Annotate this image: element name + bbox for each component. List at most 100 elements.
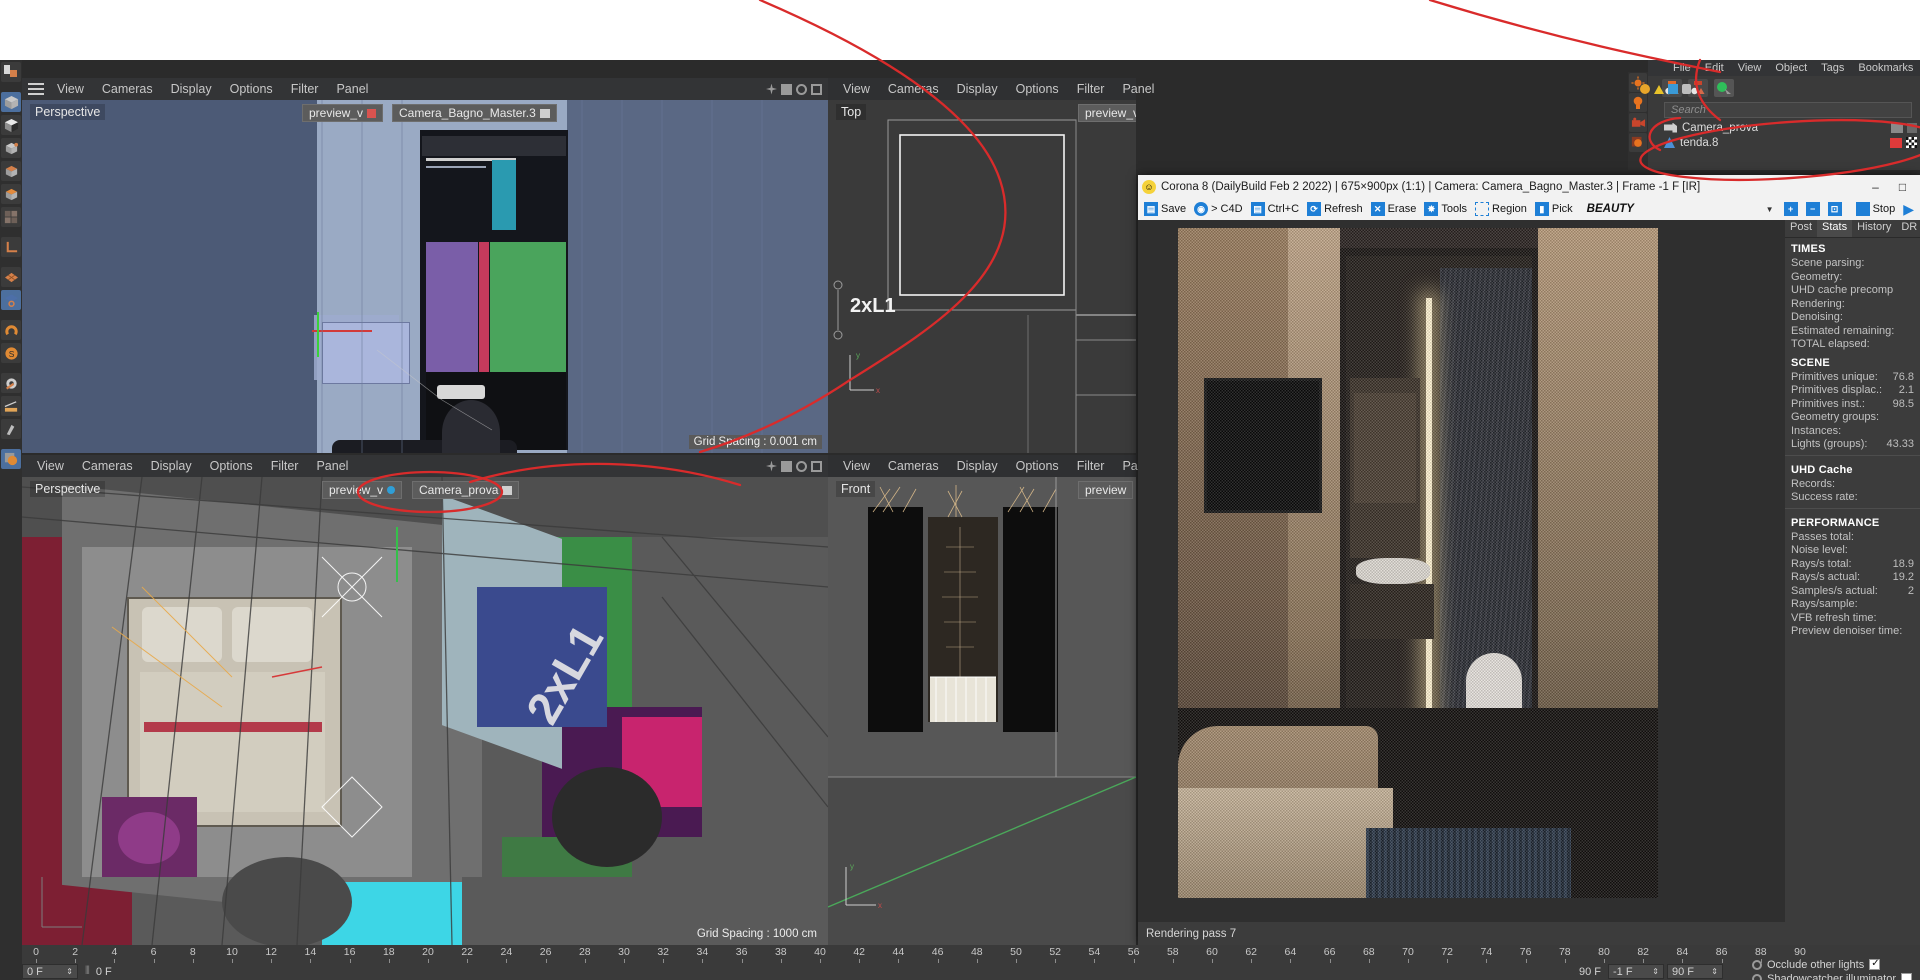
viewport-tag-camera-bagno-master[interactable]: Camera_Bagno_Master.3	[392, 104, 557, 122]
radio-icon-2[interactable]	[1752, 974, 1762, 980]
viewport-tag-preview-v-p2[interactable]: preview_v	[322, 481, 402, 499]
timeline-bar[interactable]: 0246810121416182022242628303234363840424…	[22, 945, 1920, 980]
viewport-rotate-icon-p2[interactable]	[796, 461, 807, 472]
menu-item-view-p2[interactable]: View	[28, 455, 73, 477]
om-menu-tags[interactable]: Tags	[1814, 62, 1851, 74]
vfb-titlebar[interactable]: ☺ Corona 8 (DailyBuild Feb 2 2022) | 675…	[1138, 175, 1920, 198]
vfb-zoom-out-button[interactable]: −	[1802, 199, 1824, 219]
grid-rotate-icon[interactable]	[1, 290, 21, 310]
viewport-top[interactable]: y x 2xL1 Top preview_v	[828, 100, 1136, 453]
checker-tag-icon[interactable]	[1906, 137, 1917, 148]
object-manager-status-icons[interactable]	[1640, 82, 1720, 96]
vfb-stats-tabs[interactable]: Post Stats History DR Li	[1785, 220, 1920, 238]
menu-item-view-top[interactable]: View	[834, 78, 879, 100]
vfb-maximize-button[interactable]: □	[1889, 176, 1916, 197]
stepper-icon-1[interactable]: ⇕	[66, 967, 73, 976]
vfb-save-button[interactable]: ▤ Save	[1140, 199, 1190, 219]
menu-item-view[interactable]: View	[48, 78, 93, 100]
grip-icon[interactable]: ⦀	[85, 965, 90, 978]
left-toolbar[interactable]: S	[0, 60, 22, 980]
menu-item-cameras-p2[interactable]: Cameras	[73, 455, 142, 477]
current-frame-field[interactable]: 0 F ⇕	[22, 964, 78, 979]
object-row-tenda8[interactable]: tenda.8	[1648, 135, 1920, 150]
deformer-tool-icon[interactable]	[1, 373, 21, 393]
om-menu-bookmarks[interactable]: Bookmarks	[1851, 62, 1920, 74]
checkbox-occlude-other-lights[interactable]	[1869, 959, 1880, 970]
camera-object-icon[interactable]	[1629, 113, 1647, 132]
checkbox-shadowcatcher-illuminator[interactable]	[1901, 973, 1912, 980]
om-menu-object[interactable]: Object	[1768, 62, 1814, 74]
viewport-front[interactable]: y x Front preview	[828, 477, 1136, 945]
om-menu-view[interactable]: View	[1731, 62, 1769, 74]
om-menu-edit[interactable]: Edit	[1698, 62, 1731, 74]
viewport-perspective-top-container[interactable]: View Cameras Display Options Filter Pane…	[22, 78, 828, 453]
menu-item-options-front[interactable]: Options	[1007, 455, 1068, 477]
vfb-copy-button[interactable]: ▤ Ctrl+C	[1247, 199, 1303, 219]
edge-cube-tool-icon[interactable]	[1, 161, 21, 181]
viewport-move-icon[interactable]	[766, 84, 777, 95]
frame-display-field[interactable]: ⦀ 0 F	[81, 964, 191, 979]
menu-item-options-top[interactable]: Options	[1007, 78, 1068, 100]
viewport-menubar-perspective-bottom[interactable]: View Cameras Display Options Filter Pane…	[22, 455, 828, 477]
object-swatch-camera-prova[interactable]	[1891, 123, 1903, 133]
viewport-maximize-icon-p2[interactable]	[811, 461, 822, 472]
object-manager-search-input[interactable]: Search	[1664, 102, 1912, 118]
cube-object-tool-icon[interactable]	[1, 92, 21, 112]
frame-field-90a[interactable]: 90 F ⇕	[1667, 964, 1723, 979]
viewport-top-container[interactable]: View Cameras Display Options Filter Pane…	[828, 78, 1136, 453]
menu-item-filter-front[interactable]: Filter	[1068, 455, 1114, 477]
menu-item-filter-p2[interactable]: Filter	[262, 455, 308, 477]
vfb-minimize-button[interactable]: –	[1862, 176, 1889, 197]
menu-item-filter-top[interactable]: Filter	[1068, 78, 1114, 100]
vfb-tools-button[interactable]: ✸ Tools	[1420, 199, 1471, 219]
tab-stats[interactable]: Stats	[1817, 220, 1852, 237]
vfb-zoom-in-button[interactable]: +	[1780, 199, 1802, 219]
play-icon[interactable]: ▶	[1903, 201, 1914, 218]
viewport-menubar-top[interactable]: View Cameras Display Options Filter Pane…	[828, 78, 1136, 100]
snap-magnet-icon[interactable]	[1, 320, 21, 340]
menu-item-options[interactable]: Options	[221, 78, 282, 100]
tab-post[interactable]: Post	[1785, 220, 1817, 237]
option-shadowcatcher-illuminator[interactable]: Shadowcatcher illuminator	[1752, 973, 1912, 980]
layer-icon[interactable]	[1668, 84, 1678, 94]
lock-icon[interactable]	[1682, 84, 1691, 94]
vfb-send-to-c4d-button[interactable]: ◉ > C4D	[1190, 199, 1247, 219]
timeline-fields[interactable]: 0 F ⇕ ⦀ 0 F 90 F -1 F ⇕ 90 F ⇕ Occlude o…	[22, 963, 1920, 980]
menu-item-panel-p2[interactable]: Panel	[307, 455, 357, 477]
object-manager-menubar[interactable]: File Edit View Object Tags Bookmarks	[1648, 60, 1920, 76]
render-region-icon[interactable]	[1, 449, 21, 469]
menu-item-view-front[interactable]: View	[834, 455, 879, 477]
viewport-perspective-top[interactable]: Perspective preview_v Camera_Bagno_Maste…	[22, 100, 828, 453]
viewport-move-icon-p2[interactable]	[766, 461, 777, 472]
viewport-tag-preview-v-top[interactable]: preview_v	[1078, 104, 1136, 122]
vfb-render-pass-select[interactable]: BEAUTY	[1577, 203, 1766, 215]
viewport-menu-hamburger-icon[interactable]	[28, 83, 44, 95]
measure-tool-icon[interactable]	[1, 396, 21, 416]
object-row-camera-prova[interactable]: Camera_prova	[1648, 120, 1920, 135]
grid-plane-icon[interactable]	[1, 267, 21, 287]
viewport-tag-camera-prova[interactable]: Camera_prova	[412, 481, 519, 499]
vfb-toolbar[interactable]: ▤ Save ◉ > C4D ▤ Ctrl+C ⟳ Refresh ✕ Eras…	[1138, 198, 1920, 220]
point-cube-tool-icon[interactable]	[1, 138, 21, 158]
workplane-s-icon[interactable]: S	[1, 343, 21, 363]
tab-history[interactable]: History	[1852, 220, 1896, 237]
viewport-scale-icon[interactable]	[781, 84, 792, 95]
frame-field-minus1[interactable]: -1 F ⇕	[1608, 964, 1664, 979]
object-dots-icon-1[interactable]	[1907, 123, 1917, 133]
vfb-erase-button[interactable]: ✕ Erase	[1367, 199, 1421, 219]
vfb-stop-button[interactable]: Stop	[1852, 199, 1900, 219]
object-swatch-tenda8[interactable]	[1890, 138, 1902, 148]
pen-tool-icon[interactable]	[1, 419, 21, 439]
menu-item-cameras[interactable]: Cameras	[93, 78, 162, 100]
rendered-image[interactable]	[1178, 228, 1658, 898]
viewport-maximize-icon[interactable]	[811, 84, 822, 95]
menu-item-display-top[interactable]: Display	[948, 78, 1007, 100]
render-settings-icon[interactable]	[1629, 133, 1647, 152]
material-icon[interactable]	[1640, 84, 1650, 94]
viewport-menubar-front[interactable]: View Cameras Display Options Filter Pane…	[828, 455, 1136, 477]
viewport-perspective-bottom-container[interactable]: View Cameras Display Options Filter Pane…	[22, 455, 828, 945]
viewport-menubar-perspective-top[interactable]: View Cameras Display Options Filter Pane…	[22, 78, 828, 100]
stepper-icon-3[interactable]: ⇕	[1711, 967, 1718, 976]
move-tool-icon[interactable]	[1, 62, 21, 82]
menu-item-display-p2[interactable]: Display	[142, 455, 201, 477]
